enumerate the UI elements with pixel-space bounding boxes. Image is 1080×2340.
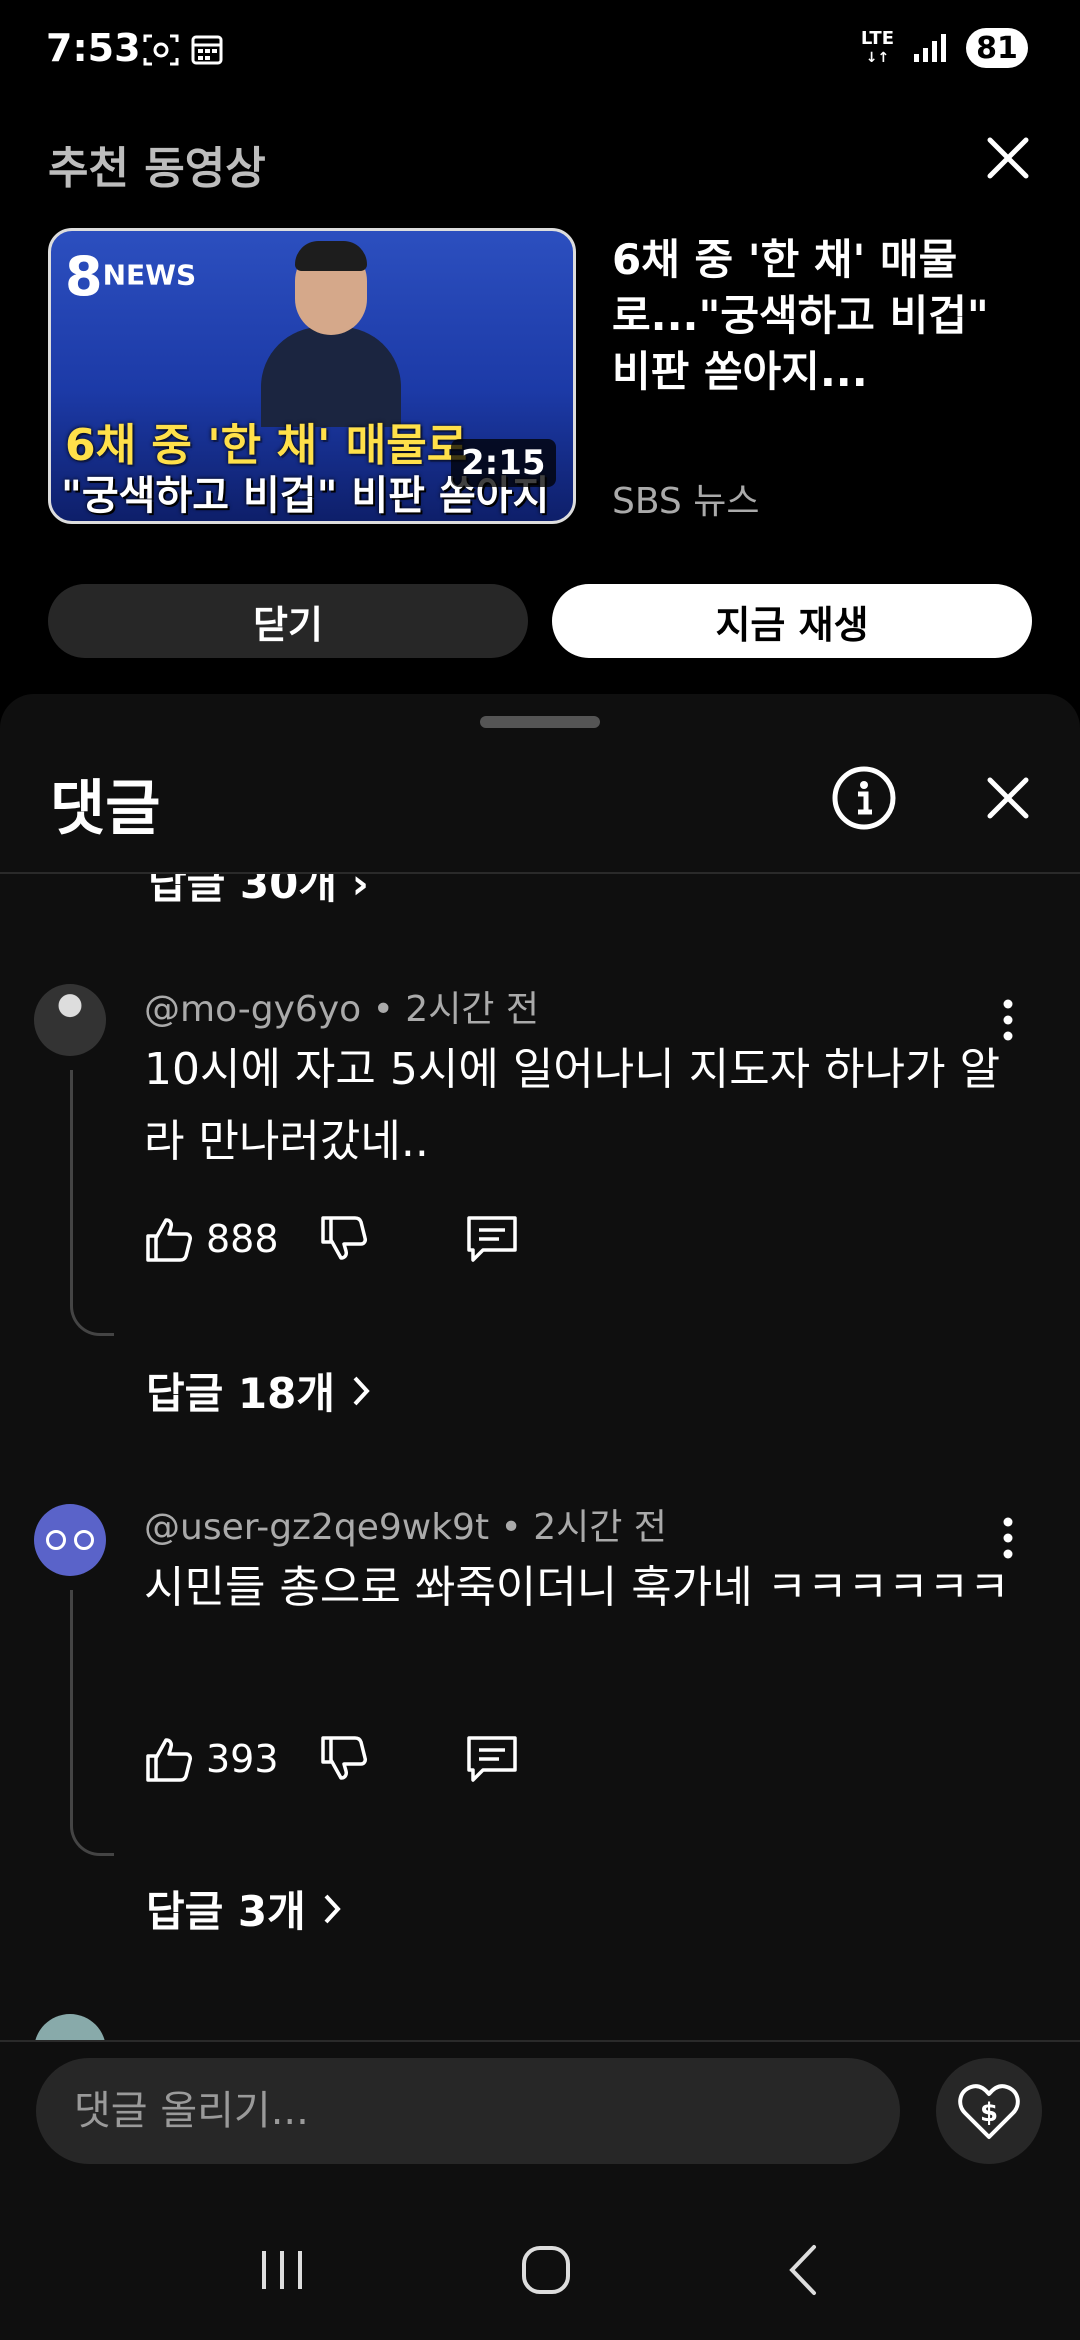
svg-text:$: $ xyxy=(980,2098,998,2128)
thumbs-down-icon[interactable] xyxy=(319,1734,369,1784)
network-type: LTE ↓↑ xyxy=(860,27,894,66)
close-button[interactable]: 닫기 xyxy=(48,584,528,658)
status-bar: 7:53 LTE ↓↑ 81 xyxy=(0,0,1080,100)
play-now-button[interactable]: 지금 재생 xyxy=(552,584,1032,658)
avatar[interactable] xyxy=(34,1504,106,1576)
signal-icon xyxy=(914,34,946,62)
comment-meta: @user-gz2qe9wk9t • 2시간 전 xyxy=(144,1498,667,1550)
channel-name: SBS 뉴스 xyxy=(612,481,760,522)
battery-indicator: 81 xyxy=(966,28,1028,68)
video-duration: 2:15 xyxy=(451,439,556,487)
chevron-right-icon xyxy=(353,1376,370,1405)
recommended-video-title[interactable]: 6채 중 '한 채' 매물로..."궁색하고 비겁" 비판 쏟아지... xyxy=(612,232,1032,400)
screen: 7:53 LTE ↓↑ 81 추천 동영상 8NEWS 6채 중 '한 채' 매… xyxy=(0,0,1080,2340)
replies-link[interactable]: 답글 30개 › xyxy=(148,874,369,911)
comment-actions: 888 xyxy=(144,1214,519,1264)
super-thanks-icon: $ xyxy=(958,2084,1020,2139)
info-icon[interactable] xyxy=(830,764,898,832)
comment-time: • 2시간 전 xyxy=(500,1507,667,1548)
recent-apps-icon[interactable] xyxy=(256,2245,308,2295)
home-icon[interactable] xyxy=(519,2243,573,2297)
video-thumbnail[interactable]: 8NEWS 6채 중 '한 채' 매물로 "궁색하고 비겁" 비판 쏟아지 2:… xyxy=(48,228,576,524)
news-logo: 8NEWS xyxy=(65,245,197,308)
thumbs-down-icon[interactable] xyxy=(319,1214,369,1264)
close-comments-icon[interactable] xyxy=(980,770,1036,826)
comment-list[interactable]: 답글 30개 › @mo-gy6yo • 2시간 전 10시에 자고 5시에 일… xyxy=(0,874,1080,2040)
view-replies-button[interactable]: 답글 3개 xyxy=(146,1878,344,1939)
recommended-video-card: 추천 동영상 8NEWS 6채 중 '한 채' 매물로 "궁색하고 비겁" 비판… xyxy=(0,100,1080,690)
like-count: 888 xyxy=(206,1217,279,1261)
system-nav-bar xyxy=(0,2200,1080,2340)
comments-title: 댓글 xyxy=(50,774,161,844)
comment-icon[interactable] xyxy=(465,1734,519,1784)
comment-input[interactable] xyxy=(36,2058,900,2164)
comments-panel: 댓글 답글 30개 › @mo-gy6yo • 2시간 전 10시에 자고 5시… xyxy=(0,694,1080,2340)
view-replies-button[interactable]: 답글 18개 xyxy=(146,1360,373,1421)
avatar[interactable] xyxy=(34,2014,106,2040)
thumbnail-person xyxy=(261,241,401,427)
calendar-icon xyxy=(191,35,223,65)
screenshot-icon xyxy=(143,34,179,66)
comment-author[interactable]: @mo-gy6yo xyxy=(144,989,361,1030)
avatar[interactable] xyxy=(34,984,106,1056)
back-icon[interactable] xyxy=(784,2243,824,2297)
comment-text: 시민들 총으로 쏴죽이더니 훅가네 ㅋㅋㅋㅋㅋㅋ xyxy=(144,1562,1010,1613)
status-time: 7:53 xyxy=(46,26,141,70)
like-count: 393 xyxy=(206,1737,279,1781)
comment-actions: 393 xyxy=(144,1734,519,1784)
comment-meta: @mo-gy6yo • 2시간 전 xyxy=(144,980,539,1032)
thumbs-up-icon[interactable] xyxy=(144,1734,194,1784)
thumbs-up-icon[interactable] xyxy=(144,1214,194,1264)
comment-text: 10시에 자고 5시에 일어나니 지도자 하나가 알라 만나러갔네.. xyxy=(144,1044,1001,1167)
recommended-header: 추천 동영상 xyxy=(48,143,266,194)
close-recommended-icon[interactable] xyxy=(980,130,1036,186)
thread-line xyxy=(70,1590,114,1856)
thread-line xyxy=(70,1070,114,1336)
comment-author[interactable]: @user-gz2qe9wk9t xyxy=(144,1507,489,1548)
drag-handle[interactable] xyxy=(480,716,600,728)
comment-time: • 2시간 전 xyxy=(372,989,539,1030)
chevron-right-icon xyxy=(324,1894,341,1923)
super-thanks-button[interactable]: $ xyxy=(936,2058,1042,2164)
comment-icon[interactable] xyxy=(465,1214,519,1264)
